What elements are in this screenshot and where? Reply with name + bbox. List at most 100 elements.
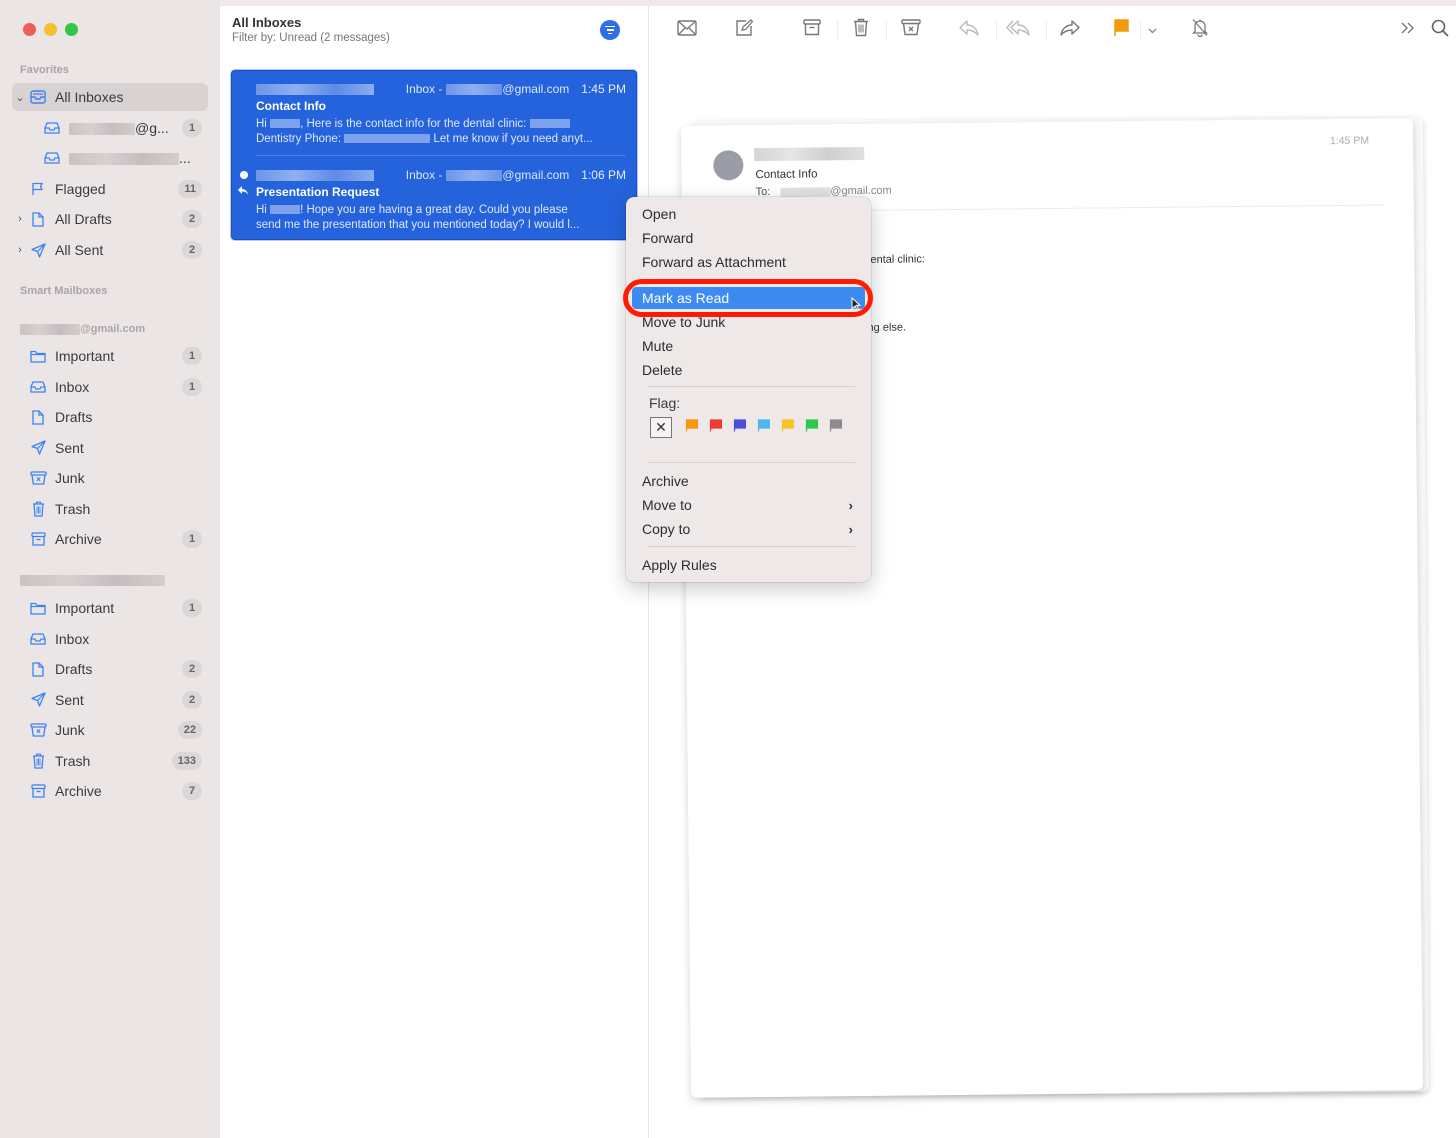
flag-red-button[interactable] (708, 418, 722, 435)
flag-yellow-button[interactable] (780, 418, 794, 437)
archive-box-icon (803, 19, 821, 41)
sidebar-item-drafts[interactable]: Drafts 2 (12, 655, 208, 683)
context-menu: Open Forward Forward as Attachment Mark … (626, 197, 871, 582)
menu-item-move-to-junk[interactable]: Move to Junk (632, 311, 865, 333)
mute-button[interactable] (1187, 18, 1213, 42)
menu-item-copy-to[interactable]: Copy to › (632, 518, 865, 540)
flag-blue-button[interactable] (756, 418, 770, 435)
close-window-button[interactable] (23, 23, 36, 36)
sidebar-item-label: Sent (55, 439, 84, 456)
forward-icon (1060, 19, 1080, 41)
clear-flag-button[interactable]: ✕ (650, 417, 672, 438)
flag-green-button[interactable] (804, 418, 818, 437)
chevron-right-icon[interactable]: › (12, 213, 28, 225)
reply-all-button[interactable] (1005, 18, 1031, 42)
flag-purple-button[interactable] (732, 418, 746, 435)
compose-button[interactable] (731, 18, 757, 42)
unread-dot-icon (240, 171, 248, 179)
redacted-account (69, 153, 179, 166)
sidebar-item-account-inbox-2[interactable]: ... (12, 144, 208, 172)
menu-item-open[interactable]: Open (632, 203, 865, 225)
minimize-window-button[interactable] (44, 23, 57, 36)
menu-item-forward[interactable]: Forward (632, 227, 865, 249)
menu-item-mute[interactable]: Mute (632, 335, 865, 357)
menu-item-forward-as-attachment[interactable]: Forward as Attachment (632, 251, 865, 273)
sidebar-item-junk[interactable]: Junk (12, 464, 208, 492)
redacted-sender (256, 83, 374, 95)
bell-slash-icon (1191, 18, 1209, 42)
reply-button[interactable] (956, 18, 982, 42)
sidebar-item-label: Sent (55, 691, 84, 708)
junk-button[interactable] (898, 18, 924, 42)
flag-icon (805, 418, 818, 437)
mailbox-title: All Inboxes (232, 15, 302, 30)
flag-button[interactable] (1108, 18, 1134, 42)
menu-separator (648, 279, 855, 280)
chevron-right-icon[interactable]: › (12, 244, 28, 256)
count-badge: 2 (182, 660, 202, 678)
menu-item-mark-as-read[interactable]: Mark as Read (632, 287, 865, 309)
menu-separator (648, 546, 855, 547)
sidebar-item-trash[interactable]: Trash 133 (12, 747, 208, 775)
junk-box-icon (28, 470, 48, 486)
mailbox-label: Inbox - @gmail.com (405, 82, 570, 96)
sender-avatar (713, 150, 744, 181)
mail-app-window: Favorites ⌄ All Inboxes @g... 1 ... Flag… (0, 0, 1456, 1138)
more-toolbar-button[interactable] (1395, 18, 1421, 42)
filter-icon (605, 25, 615, 35)
message-preview: Hi , Here is the contact info for the de… (256, 118, 593, 145)
filter-button[interactable] (600, 20, 620, 40)
menu-item-archive[interactable]: Archive (632, 470, 865, 492)
menu-item-delete[interactable]: Delete (632, 359, 865, 381)
mouse-pointer-icon (851, 296, 862, 311)
sidebar-item-label: Important (55, 348, 115, 364)
archive-box-icon (28, 783, 48, 799)
flag-orange-button[interactable] (684, 418, 698, 437)
sidebar-item-label: Archive (55, 531, 102, 547)
chevron-down-icon (1148, 21, 1157, 39)
sidebar-item-important[interactable]: Important 1 (12, 594, 208, 622)
paper-plane-icon (28, 440, 48, 456)
sidebar-item-archive[interactable]: Archive 7 (12, 777, 208, 805)
flag-icon (781, 418, 794, 437)
sidebar-item-label: Junk (55, 470, 85, 486)
compose-icon (735, 18, 754, 42)
sidebar-item-label: Inbox (55, 630, 90, 647)
sidebar-item-junk[interactable]: Junk 22 (12, 716, 208, 744)
flag-icon (829, 418, 842, 437)
search-button[interactable] (1427, 18, 1453, 42)
flag-icon (685, 418, 698, 437)
inbox-tray-icon (28, 631, 48, 647)
sidebar-item-sent[interactable]: Sent 2 (12, 686, 208, 714)
sidebar-item-label: Drafts (55, 409, 93, 425)
sidebar-item-flagged[interactable]: Flagged 11 (12, 175, 208, 203)
chevron-down-icon[interactable]: ⌄ (12, 91, 28, 104)
sidebar-item-important[interactable]: Important 1 (12, 342, 208, 370)
sidebar-item-inbox[interactable]: Inbox (12, 625, 208, 653)
sidebar-item-sent[interactable]: Sent (12, 434, 208, 462)
sidebar-item-all-inboxes[interactable]: ⌄ All Inboxes (12, 83, 208, 111)
smart-mailboxes-heading[interactable]: Smart Mailboxes (20, 285, 107, 297)
sidebar-item-drafts[interactable]: Drafts (12, 403, 208, 431)
sidebar-item-trash[interactable]: Trash (12, 495, 208, 523)
flag-gray-button[interactable] (828, 418, 842, 437)
inbox-tray-icon (42, 150, 62, 166)
sidebar-item-account-inbox-1[interactable]: @g... 1 (12, 114, 208, 142)
sidebar-item-archive[interactable]: Archive 1 (12, 525, 208, 553)
message-subject: Contact Info (755, 168, 818, 182)
sidebar-item-all-sent[interactable]: › All Sent 2 (12, 236, 208, 264)
get-mail-button[interactable] (674, 18, 700, 42)
sidebar-item-all-drafts[interactable]: › All Drafts 2 (12, 205, 208, 233)
archive-button[interactable] (799, 18, 825, 42)
menu-item-apply-rules[interactable]: Apply Rules (632, 554, 865, 576)
forward-button[interactable] (1057, 18, 1083, 42)
flag-menu-button[interactable] (1141, 18, 1163, 42)
delete-button[interactable] (848, 18, 874, 42)
account-heading[interactable]: @gmail.com (20, 323, 145, 335)
sidebar-item-label: Trash (55, 500, 91, 517)
sidebar-item-inbox[interactable]: Inbox 1 (12, 373, 208, 401)
menu-item-move-to[interactable]: Move to › (632, 494, 865, 516)
zoom-window-button[interactable] (65, 23, 78, 36)
account-heading[interactable] (20, 575, 165, 586)
inbox-tray-icon (42, 120, 62, 136)
